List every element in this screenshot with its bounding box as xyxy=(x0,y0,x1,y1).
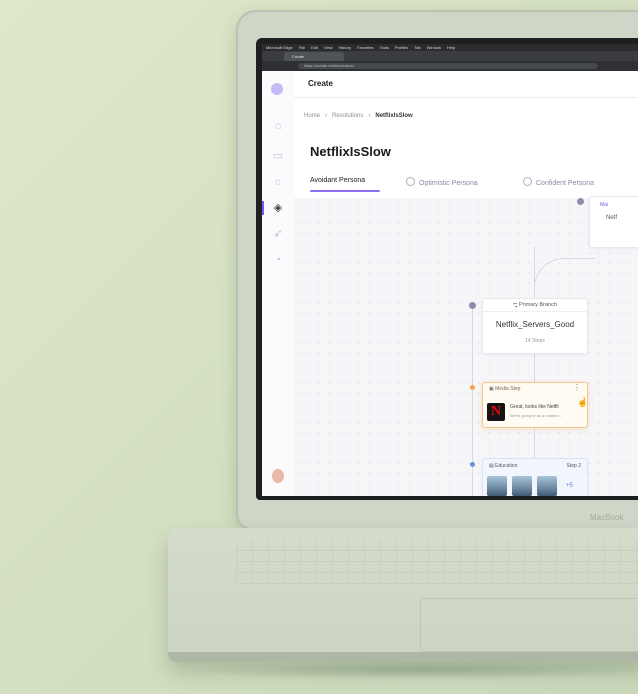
menubar-item[interactable]: Tools xyxy=(380,45,389,50)
menubar-item[interactable]: Favorites xyxy=(357,45,373,50)
breadcrumb-separator: › xyxy=(368,113,371,119)
browser-urlbar: https://create.net/resolutions xyxy=(262,61,638,71)
laptop-brand: MacBook xyxy=(590,513,624,522)
rocket-icon[interactable]: ➶ xyxy=(271,227,285,241)
education-step-label: Step 2 xyxy=(566,463,581,469)
menubar-item[interactable]: History xyxy=(339,45,351,50)
media-step-text: Great, looks like Netfli xyxy=(510,404,559,410)
flow-canvas[interactable]: Mai Netf ⥃ Primary Branch Netflix_Server… xyxy=(294,196,638,496)
laptop-keyboard xyxy=(236,540,638,584)
shapes-icon[interactable]: ◈ xyxy=(271,201,285,215)
menubar-item[interactable]: Microsoft Edge xyxy=(266,45,293,50)
node-dot[interactable] xyxy=(577,198,584,205)
menubar-item[interactable]: Tab xyxy=(414,45,420,50)
breadcrumb: Home › Resolutions › NetflixIsSlow xyxy=(304,113,413,119)
avatar[interactable] xyxy=(272,469,284,483)
education-header: ▤ Education xyxy=(489,463,517,469)
menubar-item[interactable]: Window xyxy=(427,45,441,50)
breadcrumb-resolutions[interactable]: Resolutions xyxy=(332,113,363,119)
tab-confident-persona[interactable]: Confident Persona xyxy=(523,177,594,187)
media-step-subtext: We're going to us a number... xyxy=(510,413,563,418)
tab-label: Avoidant Persona xyxy=(310,177,366,184)
app-topbar: Create xyxy=(294,71,638,98)
home-icon[interactable]: ⌂ xyxy=(271,119,285,133)
laptop-trackpad xyxy=(420,598,638,652)
menubar-item[interactable]: File xyxy=(299,45,305,50)
bell-icon[interactable]: ◔ xyxy=(271,253,285,267)
main-card-label: Mai xyxy=(600,202,609,208)
main-card-text: Netf xyxy=(606,215,618,221)
tab-label: Confident Persona xyxy=(536,180,594,187)
lightbulb-icon[interactable]: ☼ xyxy=(271,175,285,189)
more-menu-icon[interactable]: ⋮ xyxy=(573,384,581,392)
branch-header: ⥃ Primary Branch xyxy=(483,299,587,312)
persona-tabs: Avoidant Persona Optimistic Persona Conf… xyxy=(310,177,638,197)
menubar-item[interactable]: Profiles xyxy=(395,45,408,50)
page-title: NetflixIsSlow xyxy=(310,144,391,159)
connector-curve xyxy=(534,258,596,300)
video-thumbnail[interactable] xyxy=(512,476,532,496)
menubar-item[interactable]: View xyxy=(324,45,333,50)
laptop-screen: Microsoft Edge File Edit View History Favorit… xyxy=(262,44,638,496)
main-content: Create Home › Resolutions › NetflixIsSlow Ne… xyxy=(294,71,638,496)
branch-steps: 14 Steps xyxy=(525,338,545,344)
branch-rail xyxy=(472,306,473,496)
breadcrumb-separator: › xyxy=(325,113,328,119)
menubar-item[interactable]: Help xyxy=(447,45,455,50)
persona-icon xyxy=(406,177,415,186)
laptop-shadow xyxy=(180,660,638,680)
node-dot[interactable] xyxy=(470,385,475,390)
chat-icon[interactable]: ▭ xyxy=(271,149,285,163)
breadcrumb-home[interactable]: Home xyxy=(304,113,320,119)
mouse-cursor-icon: ☝ xyxy=(577,397,589,407)
os-menubar: Microsoft Edge File Edit View History Favorit… xyxy=(262,44,638,51)
media-step-card[interactable]: ▣ Media Step ⋮ N Great, looks like Netfl… xyxy=(482,382,588,428)
video-thumbnail[interactable] xyxy=(487,476,507,496)
media-header-label: Media Step xyxy=(495,386,521,392)
tab-label: Optimistic Persona xyxy=(419,180,478,187)
education-step-card[interactable]: ▤ Education Step 2 +5 xyxy=(482,458,588,496)
app-logo[interactable] xyxy=(271,83,283,95)
browser-tab[interactable]: Create xyxy=(284,52,344,61)
more-count[interactable]: +5 xyxy=(566,483,573,489)
netflix-logo-icon: N xyxy=(487,403,505,421)
video-thumbnail[interactable] xyxy=(537,476,557,496)
breadcrumb-current: NetflixIsSlow xyxy=(375,113,413,119)
persona-icon xyxy=(523,177,532,186)
node-dot[interactable] xyxy=(469,302,476,309)
sidebar-active-indicator xyxy=(262,201,264,215)
tab-optimistic-persona[interactable]: Optimistic Persona xyxy=(406,177,478,187)
menubar-item[interactable]: Edit xyxy=(311,45,318,50)
active-tab-underline xyxy=(310,190,380,192)
node-dot[interactable] xyxy=(470,462,475,467)
branch-name: Netflix_Servers_Good xyxy=(495,320,575,329)
primary-branch-card[interactable]: ⥃ Primary Branch Netflix_Servers_Good 14… xyxy=(482,298,588,354)
connector-line xyxy=(534,352,535,382)
connector-line xyxy=(534,426,535,458)
app-sidebar: ⌂ ▭ ☼ ◈ ➶ ◔ xyxy=(262,71,295,496)
topbar-title: Create xyxy=(308,79,333,88)
branch-header-label: Primary Branch xyxy=(519,302,557,308)
media-step-header: ▣ Media Step xyxy=(489,386,520,392)
url-field[interactable]: https://create.net/resolutions xyxy=(298,63,598,69)
education-header-label: Education xyxy=(495,463,518,469)
laptop-base-edge xyxy=(168,652,638,662)
tab-avoidant-persona[interactable]: Avoidant Persona xyxy=(310,177,365,184)
browser-tabbar: Create xyxy=(262,51,638,67)
main-node-card[interactable]: Mai Netf xyxy=(589,196,638,248)
